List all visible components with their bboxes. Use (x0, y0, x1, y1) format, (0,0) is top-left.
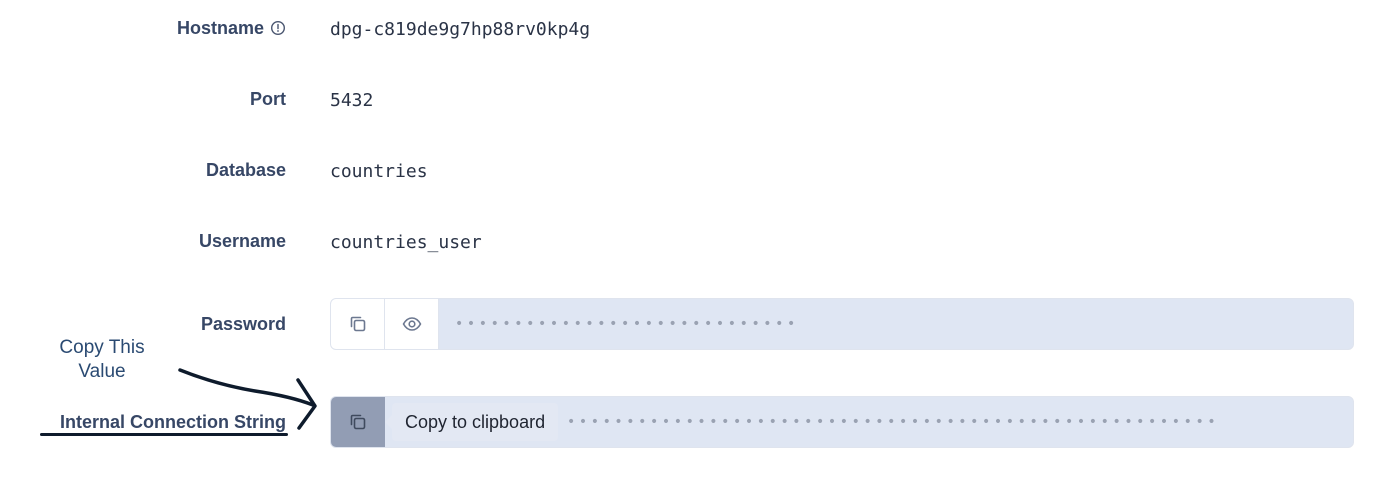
annotation-underline (40, 433, 288, 436)
annotation-arrow (178, 368, 317, 430)
